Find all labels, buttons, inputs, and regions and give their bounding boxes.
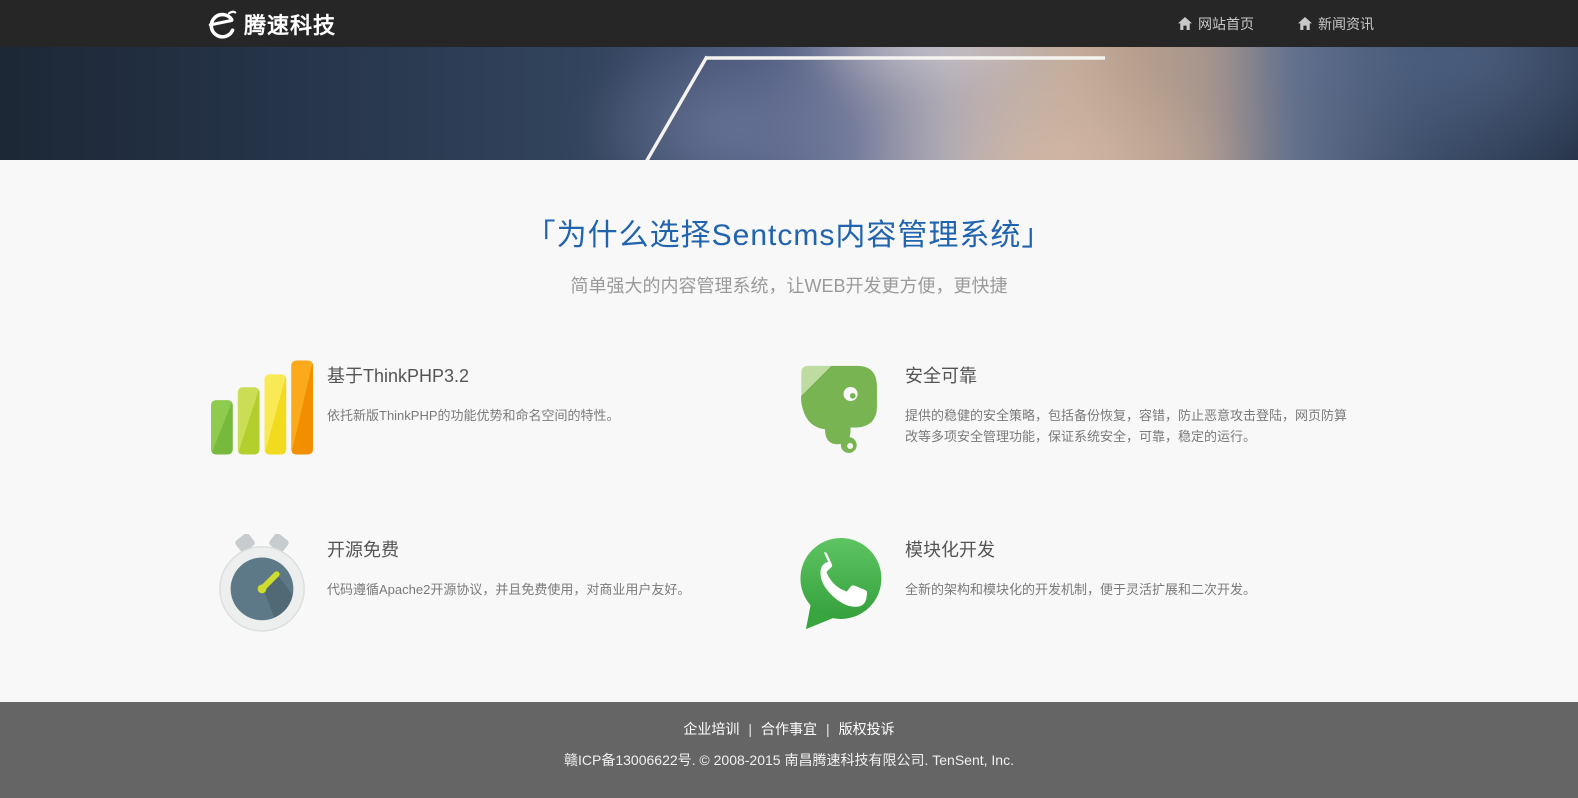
page-subtitle: 简单强大的内容管理系统，让WEB开发更方便，更快捷 — [0, 272, 1578, 298]
features-grid: 基于ThinkPHP3.2 依托新版ThinkPHP的功能优势和命名空间的特性。… — [211, 360, 1367, 634]
feature-description: 全新的架构和模块化的开发机制，便于灵活扩展和二次开发。 — [905, 579, 1256, 600]
page: 腾速科技 网站首页 新闻资讯 — [0, 0, 1578, 798]
hero-carousel[interactable] — [0, 47, 1578, 160]
home-icon — [1298, 17, 1312, 30]
feature-title: 开源免费 — [327, 536, 690, 562]
logo-e-icon — [204, 8, 238, 40]
intro-section: 「为什么选择Sentcms内容管理系统」 简单强大的内容管理系统，让WEB开发更… — [0, 160, 1578, 298]
footer-copyright: 赣ICP备13006622号. © 2008-2015 南昌腾速科技有限公司. … — [0, 750, 1578, 770]
feature-description: 依托新版ThinkPHP的功能优势和命名空间的特性。 — [327, 405, 620, 426]
footer-links: 企业培训 | 合作事宜 | 版权投诉 — [0, 719, 1578, 739]
feature-title: 安全可靠 — [905, 362, 1350, 388]
feature-security: 安全可靠 提供的稳健的安全策略，包括备份恢复，容错，防止恶意攻击登陆，网页防算改… — [789, 360, 1367, 458]
footer-link-cooperation[interactable]: 合作事宜 — [761, 721, 817, 737]
feature-thinkphp: 基于ThinkPHP3.2 依托新版ThinkPHP的功能优势和命名空间的特性。 — [211, 360, 789, 458]
footer: 企业培训 | 合作事宜 | 版权投诉 赣ICP备13006622号. © 2008-20… — [0, 702, 1578, 798]
logo-text: 腾速科技 — [244, 8, 336, 40]
nav-item-home[interactable]: 网站首页 — [1178, 14, 1254, 34]
nav-item-label: 网站首页 — [1198, 14, 1254, 34]
feature-modular: 模块化开发 全新的架构和模块化的开发机制，便于灵活扩展和二次开发。 — [789, 534, 1367, 634]
feature-description: 提供的稳健的安全策略，包括备份恢复，容错，防止恶意攻击登陆，网页防算改等多项安全… — [905, 405, 1350, 447]
footer-link-training[interactable]: 企业培训 — [683, 721, 739, 737]
feature-title: 基于ThinkPHP3.2 — [327, 362, 620, 388]
feature-description: 代码遵循Apache2开源协议，并且免费使用，对商业用户友好。 — [327, 579, 690, 600]
elephant-icon — [789, 360, 891, 458]
site-logo[interactable]: 腾速科技 — [204, 8, 336, 40]
footer-separator: | — [826, 721, 830, 737]
footer-separator: | — [748, 721, 752, 737]
page-title: 「为什么选择Sentcms内容管理系统」 — [0, 210, 1578, 254]
whatsapp-icon — [789, 534, 891, 634]
bar-chart-icon — [211, 360, 313, 455]
stopwatch-icon — [211, 534, 313, 632]
feature-opensource: 开源免费 代码遵循Apache2开源协议，并且免费使用，对商业用户友好。 — [211, 534, 789, 634]
hero-decorative-lines — [0, 47, 1578, 160]
home-icon — [1178, 17, 1192, 30]
nav-item-label: 新闻资讯 — [1318, 14, 1374, 34]
feature-title: 模块化开发 — [905, 536, 1256, 562]
top-navbar: 腾速科技 网站首页 新闻资讯 — [0, 0, 1578, 47]
nav-item-news[interactable]: 新闻资讯 — [1298, 14, 1374, 34]
footer-link-copyright-complaint[interactable]: 版权投诉 — [839, 721, 895, 737]
main-nav: 网站首页 新闻资讯 — [1178, 14, 1374, 34]
